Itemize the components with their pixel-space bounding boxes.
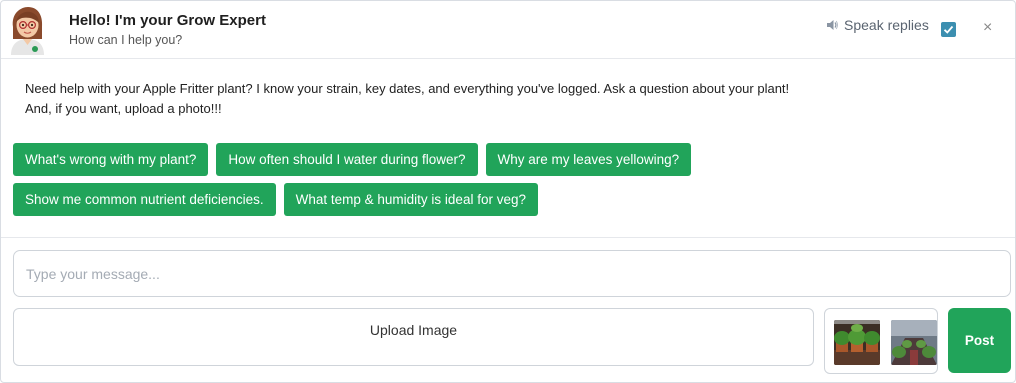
suggestion-button[interactable]: What temp & humidity is ideal for veg? <box>283 183 538 216</box>
suggestion-row-2: Show me common nutrient deficiencies. Wh… <box>13 183 538 216</box>
attached-photos <box>824 308 938 374</box>
suggestion-button[interactable]: What's wrong with my plant? <box>13 143 209 176</box>
intro-message: Need help with your Apple Fritter plant?… <box>25 81 790 116</box>
suggestion-row-1: What's wrong with my plant? How often sh… <box>13 143 692 176</box>
grow-expert-chat-panel: Hello! I'm your Grow Expert How can I he… <box>0 0 1016 383</box>
suggestion-button[interactable]: Why are my leaves yellowing? <box>485 143 692 176</box>
upload-image-label: Upload Image <box>369 322 458 338</box>
speaker-icon <box>827 20 838 30</box>
checkmark-icon <box>943 25 954 34</box>
close-icon[interactable]: × <box>983 20 992 36</box>
speak-replies-toggle[interactable]: Speak replies <box>825 17 929 33</box>
composer-divider <box>1 237 1015 238</box>
plant-photo-thumbnail-1[interactable] <box>834 320 880 365</box>
suggestion-button[interactable]: Show me common nutrient deficiencies. <box>13 183 276 216</box>
suggestion-button[interactable]: How often should I water during flower? <box>216 143 478 176</box>
speak-replies-label: Speak replies <box>844 17 929 33</box>
speak-replies-checkbox[interactable] <box>941 22 956 37</box>
chat-title: Hello! I'm your Grow Expert <box>69 12 266 29</box>
plant-photo-thumbnail-2[interactable] <box>891 320 937 365</box>
chat-header: Hello! I'm your Grow Expert How can I he… <box>1 1 1015 59</box>
upload-image-button[interactable]: Upload Image <box>13 308 814 366</box>
chat-subtitle: How can I help you? <box>69 33 183 47</box>
grow-expert-avatar-icon <box>11 7 44 55</box>
post-button[interactable]: Post <box>948 308 1011 373</box>
message-input[interactable] <box>13 250 1011 297</box>
